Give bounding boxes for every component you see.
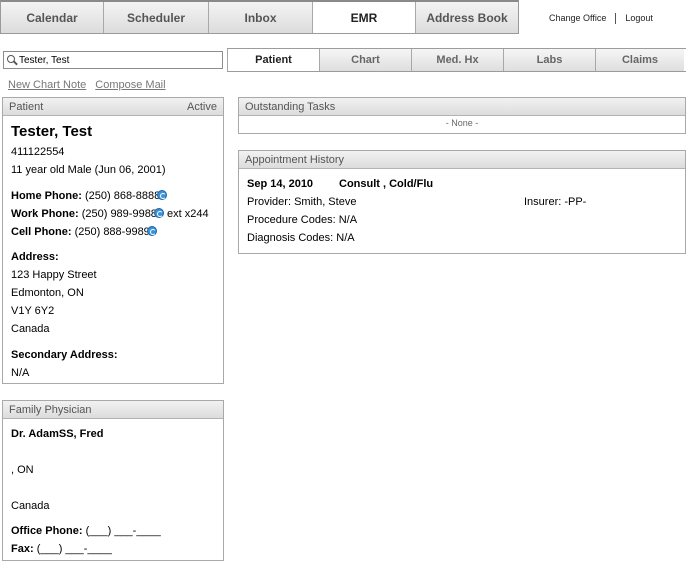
physician-country: Canada bbox=[11, 500, 50, 512]
outstanding-tasks-header: Outstanding Tasks bbox=[239, 98, 685, 116]
appointment-history-header: Appointment History bbox=[239, 151, 685, 169]
fax-number: (___) ___-____ bbox=[36, 543, 112, 555]
work-phone-row: Work Phone: (250) 989-9988 ext x244 bbox=[11, 208, 209, 220]
nav-tab-calendar[interactable]: Calendar bbox=[1, 2, 104, 33]
tab-claims[interactable]: Claims bbox=[595, 49, 684, 71]
main-nav: Calendar Scheduler Inbox EMR Address Boo… bbox=[0, 0, 519, 34]
panel-title: Appointment History bbox=[245, 153, 345, 166]
patient-search bbox=[3, 51, 223, 69]
search-icon bbox=[6, 54, 18, 66]
office-phone-row: Office Phone: (___) ___-____ bbox=[11, 525, 161, 537]
compose-mail-link[interactable]: Compose Mail bbox=[95, 79, 165, 91]
panel-title: Outstanding Tasks bbox=[245, 100, 336, 113]
outstanding-tasks-panel: Outstanding Tasks - None - bbox=[238, 97, 686, 134]
cell-phone-label: Cell Phone: bbox=[11, 226, 72, 238]
panel-title: Family Physician bbox=[9, 403, 92, 416]
physician-city-province: , ON bbox=[11, 464, 34, 476]
tab-med-hx[interactable]: Med. Hx bbox=[411, 49, 503, 71]
home-phone: (250) 868-8888 bbox=[84, 190, 161, 202]
tab-patient[interactable]: Patient bbox=[227, 49, 319, 71]
tab-labs[interactable]: Labs bbox=[503, 49, 595, 71]
office-phone-label: Office Phone: bbox=[11, 525, 83, 537]
tab-chart[interactable]: Chart bbox=[319, 49, 411, 71]
patient-search-input[interactable] bbox=[19, 54, 209, 66]
family-physician-header: Family Physician bbox=[3, 401, 223, 419]
change-office-link[interactable]: Change Office bbox=[549, 13, 606, 23]
empty-tasks-text: - None - bbox=[445, 118, 479, 128]
secondary-address-label: Secondary Address: bbox=[11, 349, 118, 361]
nav-tab-address-book[interactable]: Address Book bbox=[416, 2, 518, 33]
appointment-insurer: Insurer: -PP- bbox=[524, 196, 587, 208]
physician-name: Dr. AdamSS, Fred bbox=[11, 428, 104, 440]
home-phone-label: Home Phone: bbox=[11, 190, 82, 202]
phone-dial-icon[interactable] bbox=[153, 208, 164, 218]
appointment-history-panel: Appointment History Sep 14, 2010 Consult… bbox=[238, 150, 686, 254]
emr-subnav: Patient Chart Med. Hx Labs Claims bbox=[227, 48, 686, 72]
address-line: 123 Happy Street bbox=[11, 269, 97, 281]
address-label: Address: bbox=[11, 251, 59, 263]
cell-phone-row: Cell Phone: (250) 888-9989 bbox=[11, 226, 157, 238]
status-badge: Active bbox=[187, 100, 217, 113]
phone-dial-icon[interactable] bbox=[157, 190, 168, 200]
address-line: Edmonton, ON bbox=[11, 287, 84, 299]
appointment-date: Sep 14, 2010 bbox=[247, 178, 314, 190]
patient-name: Tester, Test bbox=[11, 123, 93, 140]
address-line: Canada bbox=[11, 323, 50, 335]
fax-label: Fax: bbox=[11, 543, 34, 555]
patient-panel-header: Patient Active bbox=[3, 98, 223, 116]
panel-title: Patient bbox=[9, 100, 44, 113]
work-phone: (250) 989-9988 bbox=[81, 208, 157, 220]
appointment-provider: Provider: Smith, Steve bbox=[247, 196, 357, 208]
patient-summary: 11 year old Male (Jun 06, 2001) bbox=[11, 164, 166, 176]
logout-link[interactable]: Logout bbox=[625, 13, 653, 23]
office-phone: (___) ___-____ bbox=[85, 525, 161, 537]
phone-dial-icon[interactable] bbox=[146, 226, 157, 236]
nav-tab-emr[interactable]: EMR bbox=[313, 2, 416, 33]
divider bbox=[615, 12, 617, 24]
address-line: V1Y 6Y2 bbox=[11, 305, 55, 317]
home-phone-row: Home Phone: (250) 868-8888 bbox=[11, 190, 168, 202]
secondary-address: N/A bbox=[11, 367, 30, 379]
quick-links: New Chart Note Compose Mail bbox=[8, 79, 166, 91]
family-physician-panel: Family Physician Dr. AdamSS, Fred , ON C… bbox=[2, 400, 224, 561]
appointment-type: Consult , Cold/Flu bbox=[339, 178, 434, 190]
cell-phone: (250) 888-9989 bbox=[74, 226, 150, 238]
procedure-codes: Procedure Codes: N/A bbox=[247, 214, 358, 226]
work-phone-label: Work Phone: bbox=[11, 208, 79, 220]
patient-id: 411122554 bbox=[11, 146, 65, 158]
nav-tab-scheduler[interactable]: Scheduler bbox=[104, 2, 209, 33]
new-chart-note-link[interactable]: New Chart Note bbox=[8, 79, 86, 91]
work-phone-ext: ext x244 bbox=[167, 208, 209, 220]
nav-tab-inbox[interactable]: Inbox bbox=[209, 2, 313, 33]
fax-row: Fax: (___) ___-____ bbox=[11, 543, 112, 555]
patient-panel: Patient Active Tester, Test 411122554 11… bbox=[2, 97, 224, 384]
diagnosis-codes: Diagnosis Codes: N/A bbox=[247, 232, 355, 244]
account-links: Change Office Logout bbox=[549, 10, 653, 26]
